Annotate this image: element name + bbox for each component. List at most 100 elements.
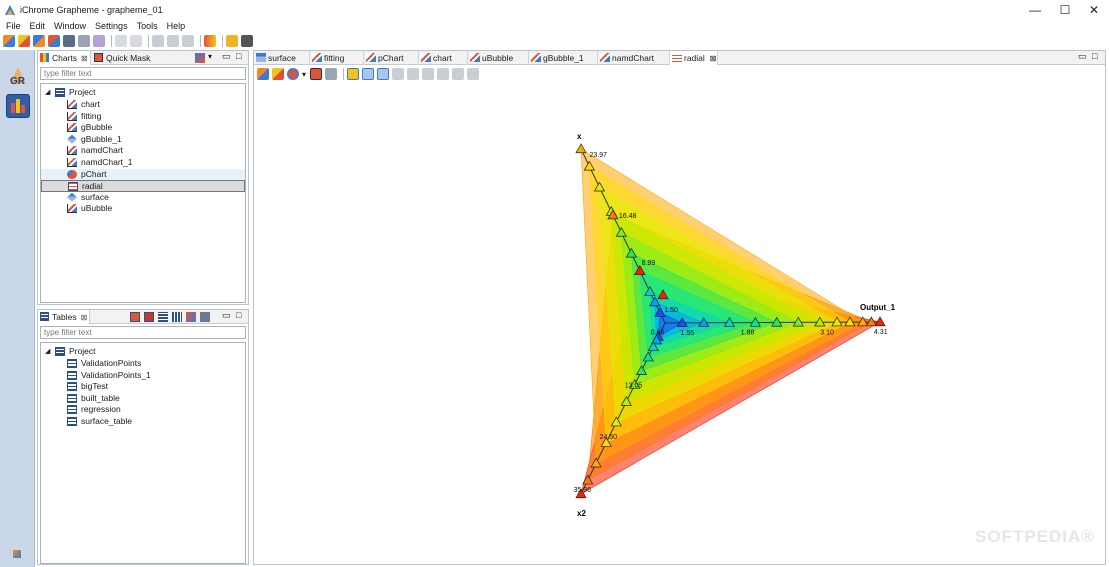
editor-tab-pChart[interactable]: pChart bbox=[364, 51, 419, 65]
chart-wizard-icon[interactable] bbox=[257, 68, 269, 80]
table-item-ValidationPoints[interactable]: ValidationPoints bbox=[41, 358, 245, 370]
cut-icon[interactable] bbox=[152, 35, 164, 47]
table-item-regression[interactable]: regression bbox=[41, 404, 245, 416]
close-button[interactable]: ✕ bbox=[1079, 1, 1109, 19]
view-menu-icon[interactable] bbox=[195, 53, 205, 63]
chart-item-namdChart[interactable]: namdChart bbox=[41, 145, 245, 157]
chart-item-gBubble[interactable]: gBubble bbox=[41, 122, 245, 134]
panel-minimize-button[interactable]: ▭ bbox=[222, 310, 231, 321]
menu-settings[interactable]: Settings bbox=[95, 20, 128, 33]
editor-tab-surface[interactable]: surface bbox=[254, 51, 310, 65]
editor-tab-label: surface bbox=[268, 53, 296, 63]
zoom-out-icon[interactable] bbox=[422, 68, 435, 80]
tab-tables[interactable]: Tables ⊠ bbox=[38, 310, 90, 324]
fit-vertical-icon[interactable] bbox=[362, 68, 375, 80]
open-icon[interactable] bbox=[18, 35, 30, 47]
close-tab-icon[interactable]: ⊠ bbox=[81, 54, 88, 63]
tab-quick-mask[interactable]: Quick Mask bbox=[92, 51, 152, 65]
charts-perspective-icon[interactable] bbox=[6, 94, 30, 118]
panel-maximize-button[interactable]: □ bbox=[236, 51, 241, 61]
charts-filter-input[interactable]: type filter text bbox=[40, 67, 246, 80]
chart-item-uBubble[interactable]: uBubble bbox=[41, 203, 245, 215]
chart-item-chart[interactable]: chart bbox=[41, 99, 245, 111]
charts-panel-tabs: Charts ⊠ Quick Mask ▾ ▭ □ bbox=[38, 51, 248, 65]
chart-style-icon[interactable] bbox=[272, 68, 284, 80]
chart-item-label: gBubble_1 bbox=[81, 133, 122, 144]
fit-all-icon[interactable] bbox=[452, 68, 465, 80]
maximize-button[interactable]: ☐ bbox=[1050, 1, 1080, 19]
editor-maximize-button[interactable]: □ bbox=[1092, 51, 1097, 61]
panel-minimize-button[interactable]: ▭ bbox=[222, 51, 231, 62]
menu-window[interactable]: Window bbox=[54, 20, 86, 33]
expand-icon[interactable]: ◢ bbox=[45, 87, 50, 99]
editor-tab-gBubble_1[interactable]: gBubble_1 bbox=[529, 51, 598, 65]
chart-item-gBubble_1[interactable]: gBubble_1 bbox=[41, 134, 245, 146]
table-columns-icon[interactable] bbox=[172, 312, 182, 322]
table-item-surface_table[interactable]: surface_table bbox=[41, 416, 245, 428]
chart-item-radial[interactable]: radial bbox=[41, 180, 245, 192]
chevron-down-icon[interactable]: ▾ bbox=[302, 70, 306, 79]
run-icon[interactable] bbox=[226, 35, 238, 47]
menu-file[interactable]: File bbox=[6, 20, 21, 33]
chart-item-surface[interactable]: surface bbox=[41, 192, 245, 204]
editor-tab-chart[interactable]: chart bbox=[419, 51, 468, 65]
chart-item-fitting[interactable]: fitting bbox=[41, 111, 245, 123]
pencil-icon[interactable] bbox=[325, 68, 338, 80]
palette-icon[interactable] bbox=[204, 35, 216, 47]
table-settings-icon[interactable] bbox=[200, 312, 210, 322]
import-icon[interactable] bbox=[33, 35, 45, 47]
table-grid-icon[interactable] bbox=[158, 312, 168, 322]
table-item-bigTest[interactable]: bigTest bbox=[41, 381, 245, 393]
data-marker[interactable] bbox=[575, 143, 587, 154]
copy-chart-icon[interactable] bbox=[392, 68, 405, 80]
layers-icon[interactable] bbox=[310, 68, 323, 80]
menu-help[interactable]: Help bbox=[167, 20, 186, 33]
table-icon bbox=[67, 393, 77, 403]
print-preview-icon[interactable] bbox=[93, 35, 105, 47]
chart-item-namdChart_1[interactable]: namdChart_1 bbox=[41, 157, 245, 169]
table-item-ValidationPoints_1[interactable]: ValidationPoints_1 bbox=[41, 370, 245, 382]
print-icon[interactable] bbox=[78, 35, 90, 47]
tree-root-project[interactable]: ◢ Project bbox=[41, 87, 245, 99]
chevron-down-icon[interactable]: ▾ bbox=[208, 52, 212, 61]
chart-item-pChart[interactable]: pChart bbox=[41, 168, 245, 181]
surface-icon bbox=[67, 134, 77, 144]
perspective-switch-icon[interactable] bbox=[13, 550, 21, 558]
video-icon[interactable] bbox=[241, 35, 253, 47]
grapheme-perspective-icon[interactable]: GR bbox=[6, 64, 30, 88]
tables-filter-input[interactable]: type filter text bbox=[40, 326, 246, 339]
redo-icon[interactable] bbox=[130, 35, 142, 47]
copy-icon[interactable] bbox=[167, 35, 179, 47]
editor-tab-namdChart[interactable]: namdChart bbox=[598, 51, 670, 65]
zoom-in-icon[interactable] bbox=[407, 68, 420, 80]
tab-charts[interactable]: Charts ⊠ bbox=[38, 51, 91, 65]
editor-minimize-button[interactable]: ▭ bbox=[1078, 51, 1087, 62]
table-chart-icon[interactable] bbox=[186, 312, 196, 322]
export-icon[interactable] bbox=[48, 35, 60, 47]
show-values-icon[interactable] bbox=[347, 68, 360, 80]
radial-chart[interactable]: 23.97 16.48 8.99 1.50 1.55 1.88 3.10 4.31 0.66 13… bbox=[254, 82, 1105, 564]
editor-tab-uBubble[interactable]: uBubble bbox=[468, 51, 529, 65]
save-icon[interactable] bbox=[63, 35, 75, 47]
menu-edit[interactable]: Edit bbox=[30, 20, 46, 33]
new-chart-icon[interactable] bbox=[3, 35, 15, 47]
editor-tab-fitting[interactable]: fitting bbox=[310, 51, 364, 65]
delete-table-icon[interactable] bbox=[144, 312, 154, 322]
close-tab-icon[interactable]: ⊠ bbox=[710, 54, 717, 63]
paste-icon[interactable] bbox=[182, 35, 194, 47]
new-table-icon[interactable] bbox=[130, 312, 140, 322]
tree-root-project[interactable]: ◢ Project bbox=[41, 346, 245, 358]
export-image-icon[interactable] bbox=[467, 68, 480, 80]
zoom-reset-icon[interactable] bbox=[437, 68, 450, 80]
editor-tab-radial[interactable]: radial ⊠ bbox=[670, 51, 718, 65]
undo-icon[interactable] bbox=[115, 35, 127, 47]
menu-tools[interactable]: Tools bbox=[137, 20, 158, 33]
toolbar-separator bbox=[148, 35, 149, 47]
table-item-built_table[interactable]: built_table bbox=[41, 393, 245, 405]
color-picker-icon[interactable] bbox=[287, 68, 299, 80]
close-tab-icon[interactable]: ⊠ bbox=[81, 313, 88, 322]
fit-horizontal-icon[interactable] bbox=[377, 68, 390, 80]
minimize-button[interactable]: — bbox=[1020, 1, 1050, 19]
expand-icon[interactable]: ◢ bbox=[45, 346, 50, 358]
panel-maximize-button[interactable]: □ bbox=[236, 310, 241, 320]
